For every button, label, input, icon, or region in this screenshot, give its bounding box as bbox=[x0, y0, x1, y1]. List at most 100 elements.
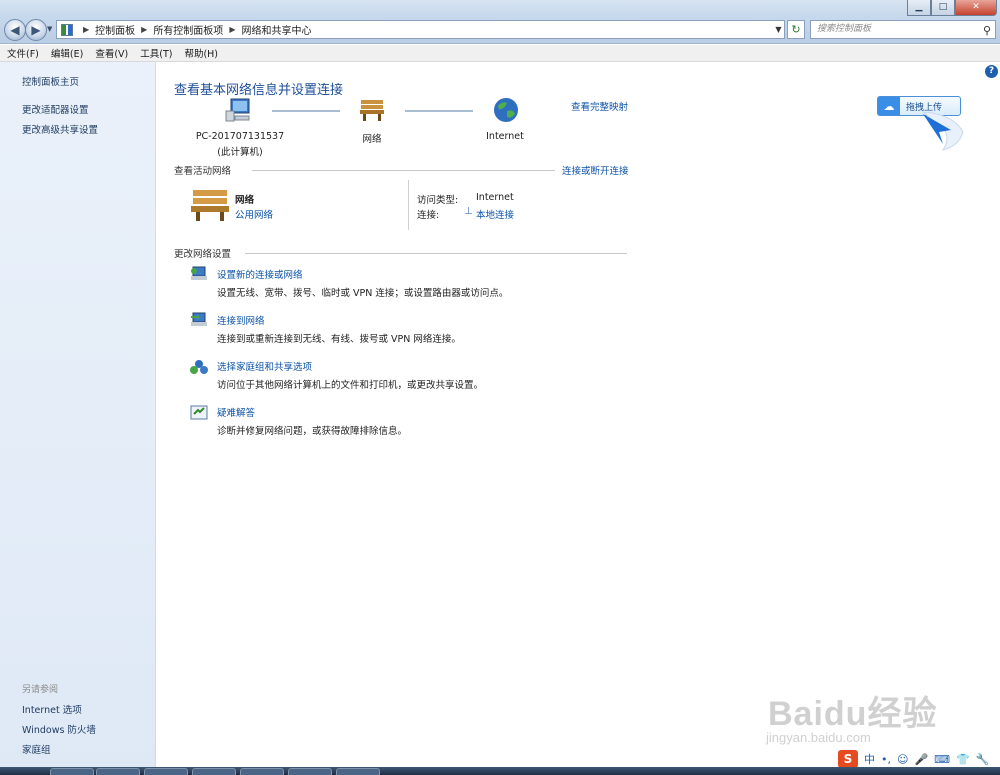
local-connection-link[interactable]: 本地连接 bbox=[476, 207, 514, 221]
map-link-line bbox=[272, 110, 340, 112]
main-content: ? 查看基本网络信息并设置连接 查看完整映射 PC-201707131537 (… bbox=[157, 62, 1000, 767]
bench-icon bbox=[191, 190, 229, 221]
ime-toolbar: S 中 •, ☺ 🎤 ⌨ 👕 🔧 bbox=[838, 750, 989, 768]
active-network-name: 网络 bbox=[235, 195, 255, 206]
see-also-homegroup[interactable]: 家庭组 bbox=[22, 742, 51, 756]
menu-view[interactable]: 查看(V) bbox=[95, 46, 128, 60]
view-full-map-link[interactable]: 查看完整映射 bbox=[571, 99, 628, 113]
breadcrumb-network-center[interactable]: 网络和共享中心 bbox=[241, 22, 311, 37]
ethernet-icon: ⊥ bbox=[464, 206, 473, 217]
section-divider bbox=[245, 253, 627, 254]
task-connect-network-link[interactable]: 连接到网络 bbox=[217, 313, 265, 327]
forward-button[interactable]: ▶ bbox=[25, 19, 47, 41]
internet-node-label: Internet bbox=[486, 131, 524, 142]
address-dropdown[interactable]: ▼ bbox=[772, 22, 785, 37]
task-new-connection-desc: 设置无线、宽带、拨号、临时或 VPN 连接；或设置路由器或访问点。 bbox=[217, 288, 509, 299]
task-connect-network-desc: 连接到或重新连接到无线、有线、拨号或 VPN 网络连接。 bbox=[217, 334, 461, 345]
task-homegroup-desc: 访问位于其他网络计算机上的文件和打印机，或更改共享设置。 bbox=[217, 380, 484, 391]
page-title: 查看基本网络信息并设置连接 bbox=[174, 83, 344, 98]
network-node-label: 网络 bbox=[362, 134, 382, 145]
ime-mode-toggle[interactable]: 中 bbox=[864, 751, 875, 767]
see-also-internet-options[interactable]: Internet 选项 bbox=[22, 702, 82, 716]
computer-icon[interactable] bbox=[225, 97, 253, 123]
cloud-icon: ☁ bbox=[878, 97, 900, 115]
menu-bar: 文件(F) 编辑(E) 查看(V) 工具(T) 帮助(H) bbox=[0, 45, 1000, 62]
breadcrumb-control-panel[interactable]: 控制面板 bbox=[95, 22, 135, 37]
access-type-value: Internet bbox=[476, 192, 514, 203]
task-troubleshoot-desc: 诊断并修复网络问题，或获得故障排除信息。 bbox=[217, 426, 408, 437]
punctuation-icon[interactable]: •, bbox=[881, 753, 891, 766]
search-input[interactable]: 搜索控制面板 ⚲ bbox=[810, 20, 996, 39]
menu-edit[interactable]: 编辑(E) bbox=[51, 46, 83, 60]
task-troubleshoot-link[interactable]: 疑难解答 bbox=[217, 405, 255, 419]
search-placeholder: 搜索控制面板 bbox=[817, 24, 872, 34]
section-divider bbox=[408, 180, 409, 230]
see-also-heading: 另请参阅 bbox=[22, 685, 59, 695]
address-bar[interactable]: ▶ 控制面板 ▶ 所有控制面板项 ▶ 网络和共享中心 bbox=[56, 20, 785, 39]
taskbar-button[interactable] bbox=[336, 768, 380, 775]
network-type-link[interactable]: 公用网络 bbox=[235, 207, 273, 221]
taskbar-button[interactable] bbox=[192, 768, 236, 775]
computer-name: PC-201707131537 bbox=[195, 131, 285, 142]
menu-tools[interactable]: 工具(T) bbox=[140, 46, 172, 60]
arrow-right-icon: ▶ bbox=[31, 23, 41, 37]
new-connection-icon bbox=[191, 266, 207, 280]
task-homegroup-link[interactable]: 选择家庭组和共享选项 bbox=[217, 359, 312, 373]
window-controls: ▁ □ ✕ bbox=[907, 0, 997, 16]
breadcrumb-chevron-icon[interactable]: ▶ bbox=[83, 25, 89, 34]
minimize-button[interactable]: ▁ bbox=[907, 0, 931, 16]
upload-widget: ☁ 拖拽上传 bbox=[877, 92, 977, 152]
sidebar-item-home[interactable]: 控制面板主页 bbox=[22, 74, 79, 88]
sogou-logo[interactable]: S bbox=[838, 750, 858, 768]
breadcrumb-chevron-icon[interactable]: ▶ bbox=[229, 25, 235, 34]
emoji-icon[interactable]: ☺ bbox=[897, 753, 908, 766]
sidebar-item-advanced-sharing[interactable]: 更改高级共享设置 bbox=[22, 122, 98, 136]
taskbar bbox=[0, 767, 1000, 775]
taskbar-button[interactable] bbox=[50, 768, 94, 775]
taskbar-button[interactable] bbox=[240, 768, 284, 775]
menu-help[interactable]: 帮助(H) bbox=[184, 46, 218, 60]
control-panel-icon bbox=[61, 23, 73, 36]
bench-icon[interactable] bbox=[359, 98, 385, 122]
computer-subtitle: (此计算机) bbox=[217, 147, 263, 158]
map-link-line bbox=[405, 110, 473, 112]
arrow-left-icon: ◀ bbox=[10, 23, 20, 37]
refresh-button[interactable]: ↻ bbox=[787, 20, 805, 39]
refresh-icon: ↻ bbox=[791, 23, 801, 36]
change-settings-heading: 更改网络设置 bbox=[174, 249, 232, 260]
toolbox-icon[interactable]: 🔧 bbox=[976, 753, 990, 766]
title-bar: ▁ □ ✕ ◀ ▶ ▼ ▶ 控制面板 ▶ 所有控制面板项 ▶ 网络和共享中心 ▼… bbox=[0, 0, 1000, 44]
recent-pages-dropdown[interactable]: ▼ bbox=[47, 25, 52, 33]
section-divider bbox=[252, 170, 555, 171]
globe-icon[interactable] bbox=[493, 97, 519, 123]
taskbar-button[interactable] bbox=[144, 768, 188, 775]
connection-label: 连接: bbox=[417, 210, 440, 221]
sidebar-item-adapter-settings[interactable]: 更改适配器设置 bbox=[22, 102, 89, 116]
connect-disconnect-link[interactable]: 连接或断开连接 bbox=[562, 163, 629, 177]
breadcrumb-all-items[interactable]: 所有控制面板项 bbox=[153, 22, 223, 37]
connect-network-icon bbox=[191, 312, 207, 326]
watermark-url: jingyan.baidu.com bbox=[766, 730, 871, 745]
access-type-label: 访问类型: bbox=[417, 195, 459, 206]
baidu-watermark: Baidu经验 jingyan.baidu.com bbox=[766, 686, 938, 745]
taskbar-button[interactable] bbox=[288, 768, 332, 775]
keyboard-icon[interactable]: ⌨ bbox=[934, 753, 950, 766]
help-icon[interactable]: ? bbox=[985, 65, 998, 78]
watermark-brand: Baidu经验 bbox=[768, 695, 938, 733]
close-button[interactable]: ✕ bbox=[955, 0, 997, 16]
taskbar-button[interactable] bbox=[96, 768, 140, 775]
search-icon[interactable]: ⚲ bbox=[983, 22, 991, 39]
task-new-connection-link[interactable]: 设置新的连接或网络 bbox=[217, 267, 303, 281]
skin-icon[interactable]: 👕 bbox=[956, 753, 970, 766]
homegroup-icon bbox=[190, 360, 208, 374]
maximize-button[interactable]: □ bbox=[931, 0, 955, 16]
microphone-icon[interactable]: 🎤 bbox=[914, 753, 928, 766]
see-also-windows-firewall[interactable]: Windows 防火墙 bbox=[22, 722, 96, 736]
menu-file[interactable]: 文件(F) bbox=[7, 46, 39, 60]
breadcrumb-chevron-icon[interactable]: ▶ bbox=[141, 25, 147, 34]
active-networks-heading: 查看活动网络 bbox=[174, 166, 232, 177]
sidebar: 控制面板主页 更改适配器设置 更改高级共享设置 另请参阅 Internet 选项… bbox=[0, 62, 156, 767]
troubleshoot-icon bbox=[190, 405, 208, 420]
back-button[interactable]: ◀ bbox=[4, 19, 26, 41]
pointer-arrow-icon bbox=[921, 111, 964, 151]
